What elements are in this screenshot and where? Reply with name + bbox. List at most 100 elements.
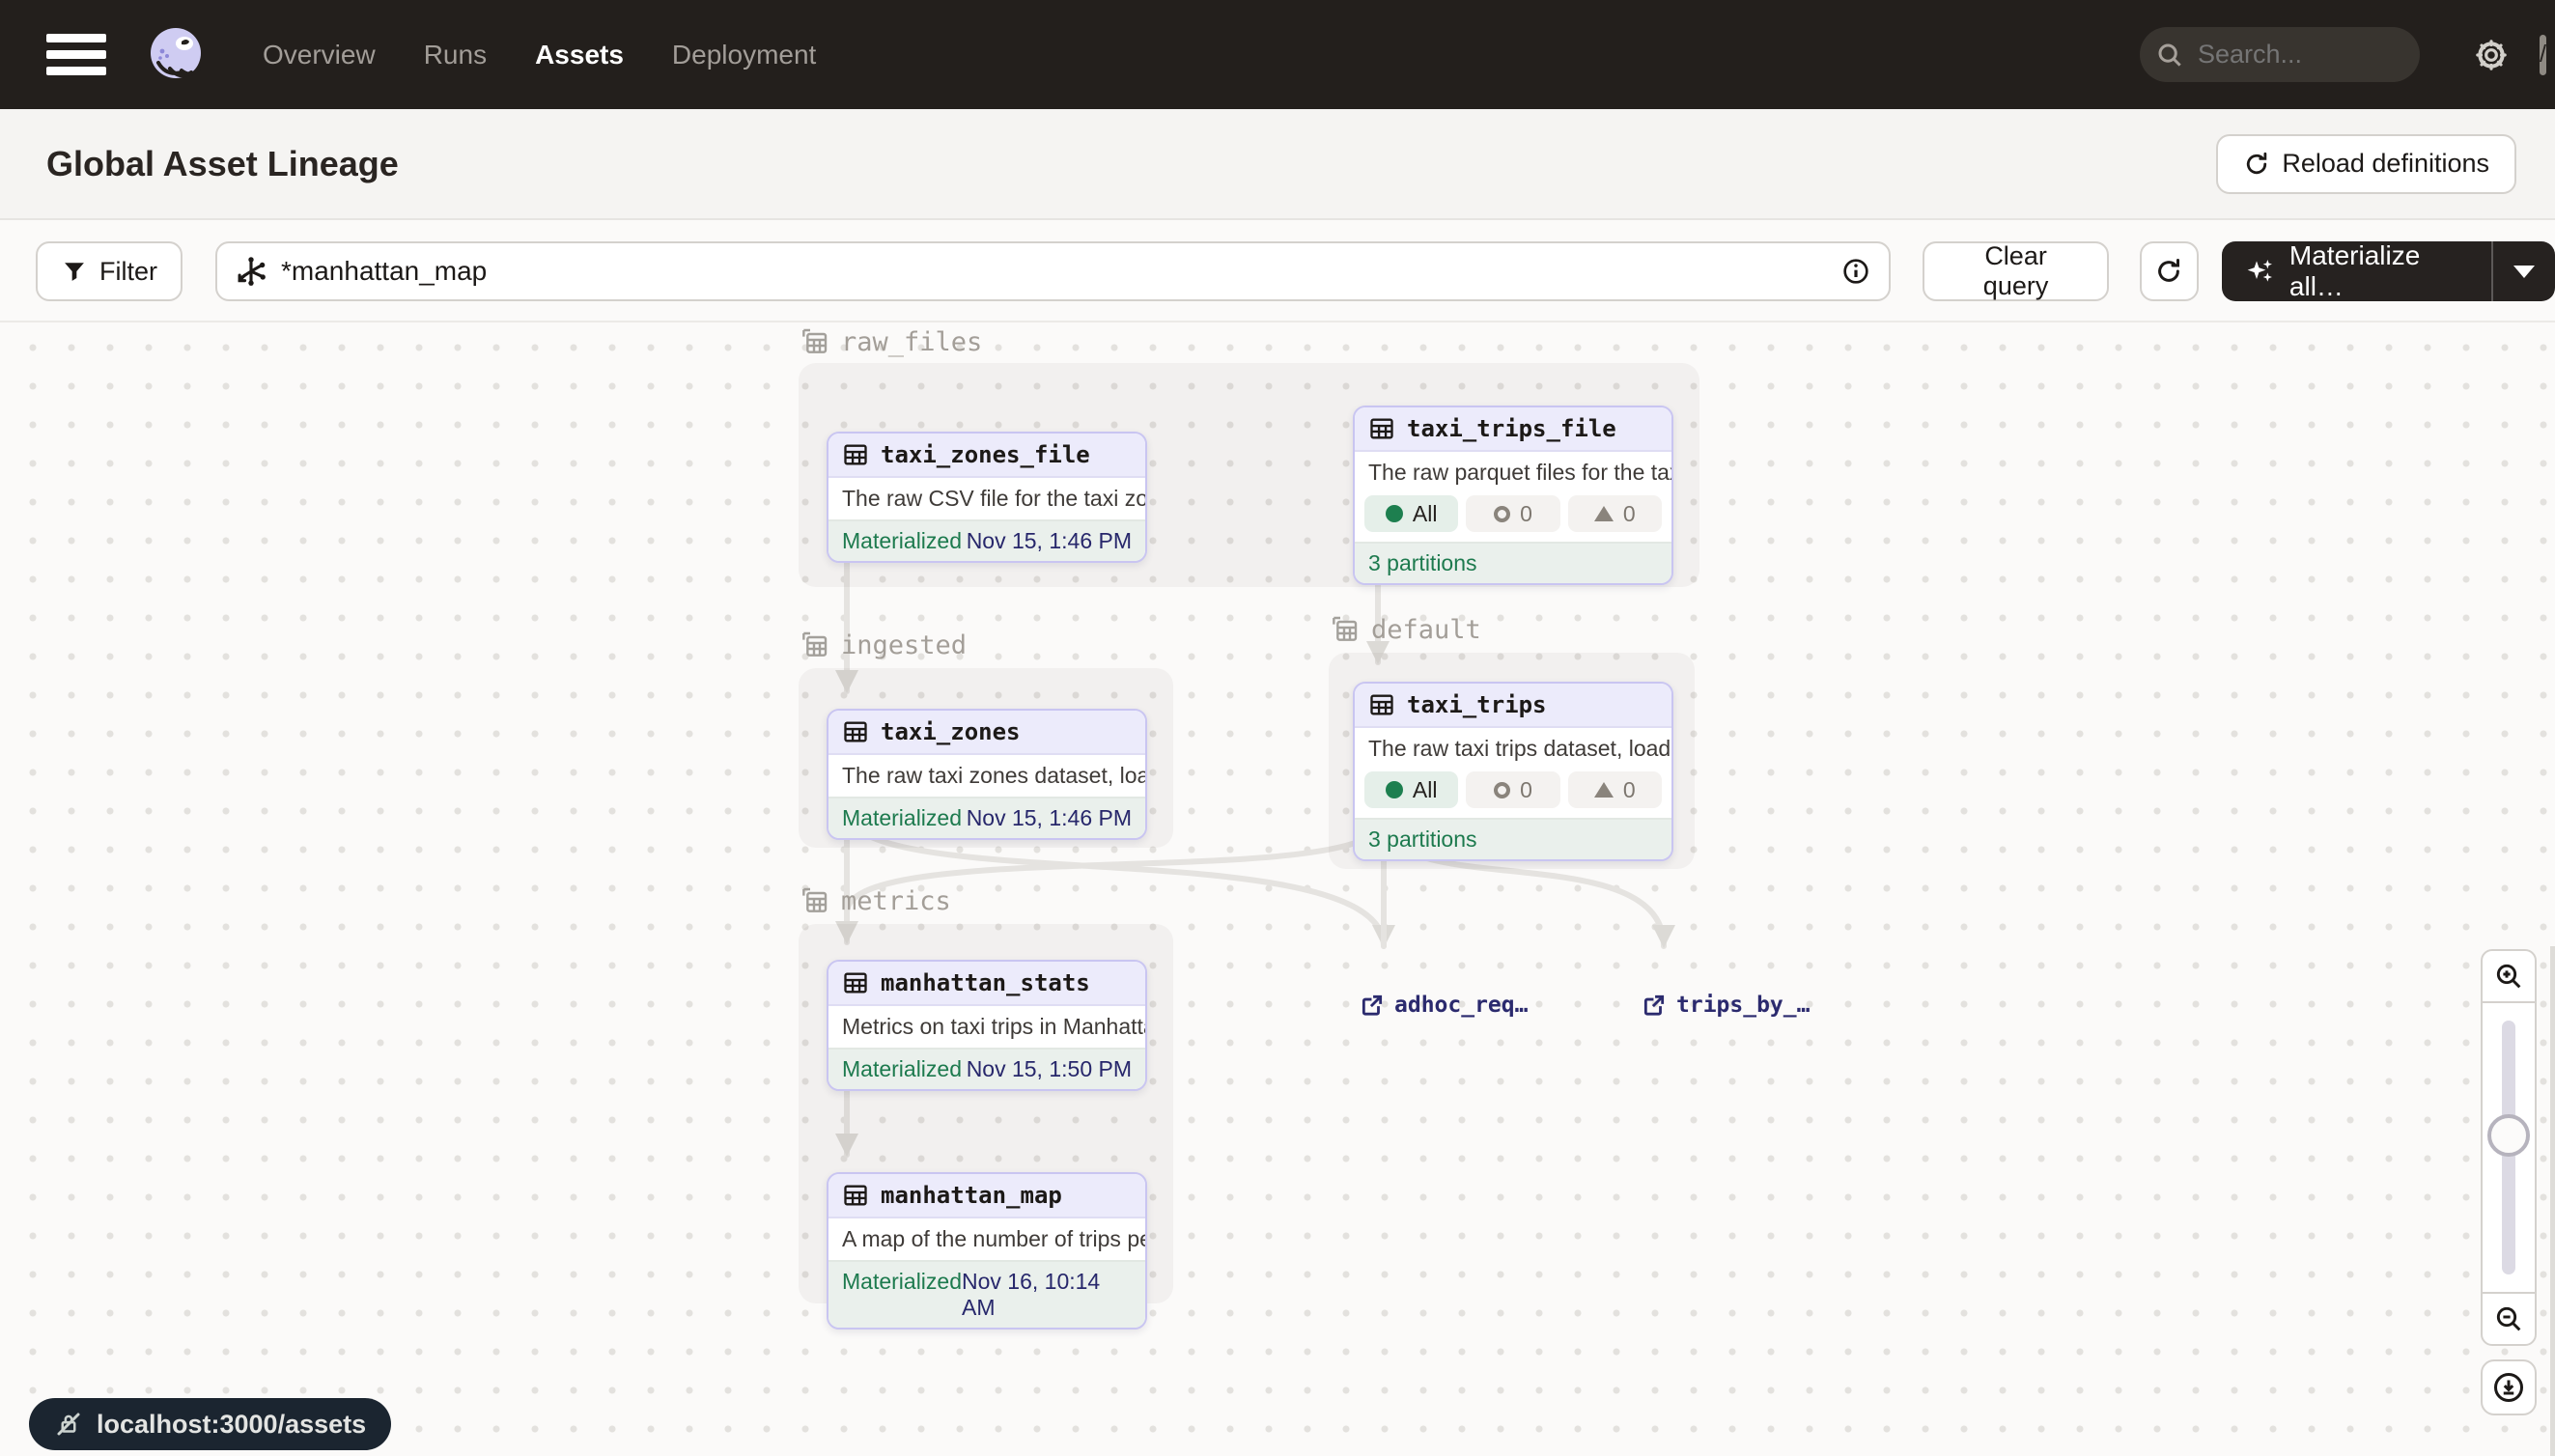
materialized-timestamp: Nov 16, 10:14 AM [962, 1269, 1132, 1321]
group-icon [1329, 614, 1360, 645]
settings-gear-icon[interactable] [2472, 36, 2511, 74]
materialized-timestamp: Nov 15, 1:46 PM [967, 805, 1132, 831]
asset-name: taxi_zones [881, 718, 1021, 745]
group-label-default[interactable]: default [1329, 614, 1481, 645]
recenter-view-button[interactable] [2481, 1359, 2537, 1415]
asset-description: The raw CSV file for the taxi zones dat.… [828, 478, 1145, 519]
table-icon [842, 441, 869, 468]
group-icon [799, 885, 829, 916]
hamburger-menu-icon[interactable] [46, 33, 108, 77]
lineage-toolbar: Filter Clear query [0, 222, 2555, 322]
materialized-status: Materialized [842, 1269, 962, 1321]
query-info-icon[interactable] [1840, 256, 1871, 287]
asset-node-taxi-trips-file[interactable]: taxi_trips_file The raw parquet files fo… [1353, 406, 1673, 585]
external-link-icon [1642, 993, 1667, 1018]
zoom-out-icon [2493, 1303, 2524, 1334]
zoom-out-button[interactable] [2481, 1292, 2537, 1346]
table-icon [1368, 691, 1395, 718]
materialized-dot-icon [1386, 781, 1403, 798]
asset-description: The raw taxi trips dataset, loaded into … [1355, 728, 1671, 770]
zoom-in-button[interactable] [2481, 949, 2537, 1003]
partitions-failed-pill: 0 [1568, 771, 1662, 808]
asset-description: A map of the number of trips per taxi z.… [828, 1218, 1145, 1260]
table-icon [842, 969, 869, 996]
materialize-all-button[interactable]: Materialize all… [2222, 241, 2491, 301]
asset-node-manhattan-map[interactable]: manhattan_map A map of the number of tri… [827, 1172, 1147, 1330]
asset-name: taxi_trips_file [1407, 415, 1616, 442]
partitions-missing-pill: 0 [1466, 495, 1559, 532]
asset-query-box[interactable] [215, 241, 1891, 301]
external-link-icon [1360, 993, 1385, 1018]
status-url: localhost:3000/assets [97, 1410, 366, 1440]
group-label-raw-files[interactable]: raw_files [799, 326, 982, 357]
materialize-options-caret[interactable] [2491, 241, 2555, 301]
page-title: Global Asset Lineage [46, 144, 399, 184]
missing-ring-icon [1494, 782, 1510, 798]
partitions-materialized-pill: All [1364, 495, 1458, 532]
browser-status-bubble: localhost:3000/assets [29, 1398, 391, 1450]
partitions-materialized-pill: All [1364, 771, 1458, 808]
zoom-slider-thumb[interactable] [2487, 1114, 2530, 1157]
materialized-status: Materialized [842, 528, 962, 554]
materialize-all-split-button: Materialize all… [2222, 241, 2555, 301]
materialized-timestamp: Nov 15, 1:46 PM [967, 528, 1132, 554]
partitions-count: 3 partitions [1355, 542, 1671, 583]
nav-tab-runs[interactable]: Runs [424, 40, 487, 70]
table-icon [842, 718, 869, 745]
asset-query-input[interactable] [281, 256, 1840, 287]
missing-ring-icon [1494, 506, 1510, 522]
external-asset-adhoc-request[interactable]: adhoc_req… [1360, 993, 1528, 1018]
group-icon [799, 326, 829, 357]
partitions-failed-pill: 0 [1568, 495, 1662, 532]
chevron-down-icon [2513, 266, 2535, 278]
nav-tab-deployment[interactable]: Deployment [672, 40, 816, 70]
asset-name: taxi_trips [1407, 691, 1547, 718]
reload-definitions-button[interactable]: Reload definitions [2216, 134, 2516, 194]
partitions-missing-pill: 0 [1466, 771, 1559, 808]
group-label-metrics[interactable]: metrics [799, 885, 951, 916]
filter-funnel-icon [61, 258, 88, 285]
refresh-icon [2154, 257, 2183, 286]
asset-node-taxi-trips[interactable]: taxi_trips The raw taxi trips dataset, l… [1353, 682, 1673, 861]
lineage-graph-icon [235, 255, 267, 288]
asset-description: The raw taxi zones dataset, loaded int..… [828, 755, 1145, 797]
asset-node-taxi-zones-file[interactable]: taxi_zones_file The raw CSV file for the… [827, 432, 1147, 563]
clear-query-button[interactable]: Clear query [1923, 241, 2109, 301]
asset-name: manhattan_stats [881, 969, 1090, 996]
reload-icon [2243, 151, 2270, 178]
failed-triangle-icon [1594, 782, 1614, 798]
vertical-scrollbar[interactable] [2550, 946, 2555, 1456]
group-icon [799, 630, 829, 660]
failed-triangle-icon [1594, 506, 1614, 521]
external-asset-trips-by[interactable]: trips_by_… [1642, 993, 1810, 1018]
download-circle-icon [2491, 1370, 2526, 1405]
materialized-status: Materialized [842, 805, 962, 831]
materialized-status: Materialized [842, 1056, 962, 1082]
table-icon [1368, 415, 1395, 442]
asset-description: The raw parquet files for the taxi trips… [1355, 452, 1671, 493]
insecure-lock-icon [54, 1410, 83, 1439]
search-shortcut-badge: / [2540, 35, 2546, 75]
asset-description: Metrics on taxi trips in Manhattan [828, 1006, 1145, 1048]
table-icon [842, 1182, 869, 1209]
partitions-count: 3 partitions [1355, 818, 1671, 859]
materialized-timestamp: Nov 15, 1:50 PM [967, 1056, 1132, 1082]
asset-name: taxi_zones_file [881, 441, 1090, 468]
sparkle-icon [2245, 256, 2276, 287]
asset-name: manhattan_map [881, 1182, 1062, 1209]
filter-button[interactable]: Filter [36, 241, 182, 301]
refresh-graph-button[interactable] [2140, 241, 2199, 301]
nav-tab-assets[interactable]: Assets [535, 40, 624, 70]
asset-node-taxi-zones[interactable]: taxi_zones The raw taxi zones dataset, l… [827, 709, 1147, 840]
page-header: Global Asset Lineage Reload definitions [0, 109, 2555, 220]
zoom-slider[interactable] [2481, 1003, 2537, 1292]
asset-node-manhattan-stats[interactable]: manhattan_stats Metrics on taxi trips in… [827, 960, 1147, 1091]
nav-tab-overview[interactable]: Overview [263, 40, 376, 70]
zoom-in-icon [2493, 961, 2524, 992]
dagster-logo[interactable] [145, 24, 207, 86]
group-label-ingested[interactable]: ingested [799, 630, 967, 660]
materialized-dot-icon [1386, 505, 1403, 522]
global-search[interactable]: / [2140, 27, 2420, 82]
search-icon [2155, 41, 2184, 70]
top-navbar: Overview Runs Assets Deployment / [0, 0, 2555, 109]
